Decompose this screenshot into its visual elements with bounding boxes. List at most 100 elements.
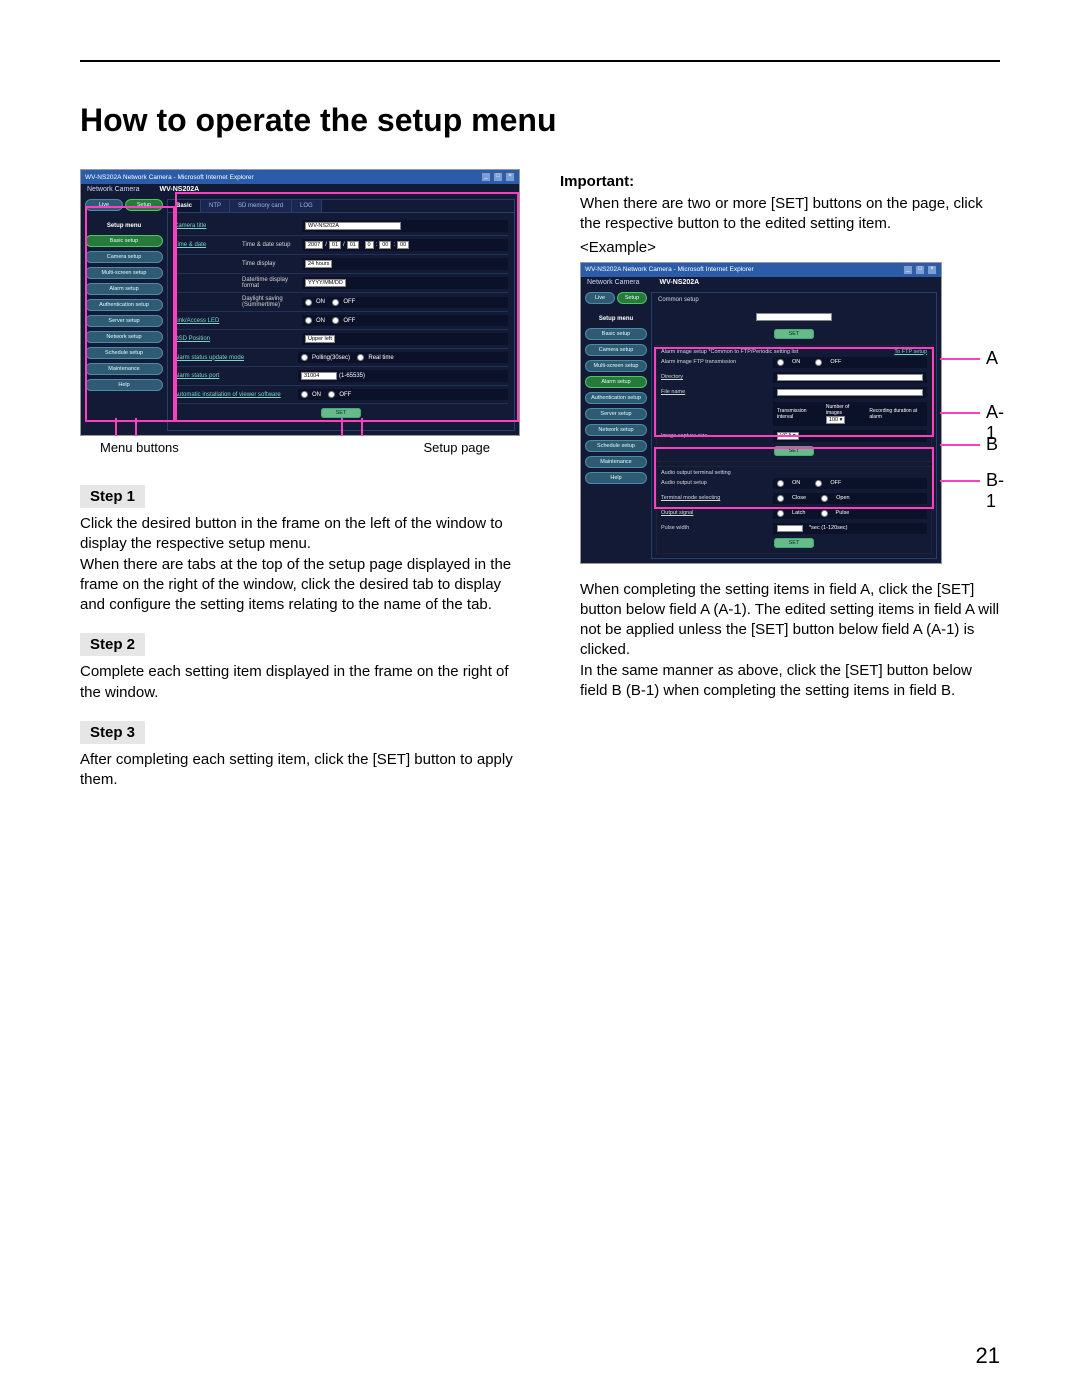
sidebar-item-server[interactable]: Server setup [85, 315, 163, 327]
a-c3: Recording duration at alarm [869, 408, 923, 420]
set-button-b[interactable]: SET [774, 538, 815, 548]
dst-off-radio[interactable] [332, 299, 339, 306]
upd-port-input[interactable]: 31004 [301, 372, 337, 380]
sidebar-item-network[interactable]: Network setup [85, 331, 163, 343]
sb2-sched[interactable]: Schedule setup [585, 440, 647, 452]
live-button[interactable]: Live [85, 199, 123, 211]
sidebar-item-schedule[interactable]: Schedule setup [85, 347, 163, 359]
sb2-maint[interactable]: Maintenance [585, 456, 647, 468]
setup-content: Basic NTP SD memory card LOG Camera titl… [167, 199, 515, 431]
realtime-radio[interactable] [357, 354, 364, 361]
tab-log[interactable]: LOG [292, 200, 322, 212]
tab-sd[interactable]: SD memory card [230, 200, 292, 212]
sidebar-item-alarm[interactable]: Alarm setup [85, 283, 163, 295]
osd-select[interactable]: Upper left [305, 335, 335, 343]
browser-title: WV-NS202A Network Camera - Microsoft Int… [85, 174, 254, 181]
setup-button[interactable]: Setup [125, 199, 163, 211]
datefmt-select[interactable]: YYYY/MM/DD [305, 279, 346, 287]
sidebar-item-help[interactable]: Help [85, 379, 163, 391]
b3a[interactable] [777, 510, 784, 517]
browser-title-2: WV-NS202A Network Camera - Microsoft Int… [585, 266, 754, 273]
sb2-basic[interactable]: Basic setup [585, 328, 647, 340]
b3b[interactable] [821, 510, 828, 517]
tab-ntp[interactable]: NTP [201, 200, 230, 212]
sidebar-item-maintenance[interactable]: Maintenance [85, 363, 163, 375]
sb2-alarm[interactable]: Alarm setup [585, 376, 647, 388]
important-text: When there are two or more [SET] buttons… [580, 194, 1000, 235]
a-dir-input[interactable] [777, 374, 923, 381]
sidebar-header: Setup menu [85, 223, 163, 229]
a-size-select[interactable]: VGA ▾ [777, 432, 799, 440]
upd-port-range: (1-65535) [339, 373, 365, 379]
a-row2-label: Directory [661, 374, 769, 380]
autoinst-off-radio[interactable] [328, 391, 335, 398]
sb2-help[interactable]: Help [585, 472, 647, 484]
a-row1-label: Alarm image FTP transmission [661, 359, 769, 365]
b-off[interactable] [815, 480, 822, 487]
sidebar-header-2: Setup menu [585, 316, 647, 322]
a-c1: Transmission interval [777, 408, 818, 420]
step-2-text: Complete each setting item displayed in … [80, 662, 520, 703]
upd-mode-label: Alarm status update mode [174, 355, 294, 361]
time-date-group: Time & date [174, 242, 238, 248]
step-3-label: Step 3 [80, 721, 145, 744]
live-button-2[interactable]: Live [585, 292, 615, 304]
dst-label: Daylight saving (Summertime) [242, 296, 298, 308]
b-pulse-unit: *sec (1-120sec) [809, 525, 848, 531]
b-pulse-input[interactable] [777, 525, 803, 532]
model-number: WV-NS202A [160, 186, 200, 193]
dst-on-radio[interactable] [305, 299, 312, 306]
step-1-text: Click the desired button in the frame on… [80, 514, 520, 615]
a-off[interactable] [815, 359, 822, 366]
setup-button-2[interactable]: Setup [617, 292, 647, 304]
sb2-server[interactable]: Server setup [585, 408, 647, 420]
time-date-setup-ctrls[interactable]: 2007/ 01/ 01 0: 00: 00 [302, 239, 508, 251]
top-set-button[interactable]: SET [774, 329, 815, 339]
a-on[interactable] [777, 359, 784, 366]
annotation-a: A [986, 348, 998, 369]
window-controls: _□× [481, 172, 515, 182]
b2b[interactable] [821, 495, 828, 502]
annotation-b: B [986, 434, 998, 455]
page-title: How to operate the setup menu [80, 102, 1000, 139]
page-number: 21 [976, 1343, 1000, 1369]
sidebar-item-basic[interactable]: Basic setup [85, 235, 163, 247]
step-1-label: Step 1 [80, 485, 145, 508]
sb2-multi[interactable]: Multi-screen setup [585, 360, 647, 372]
screenshot-2: WV-NS202A Network Camera - Microsoft Int… [580, 262, 942, 564]
time-display-select[interactable]: 24 hours [305, 260, 332, 268]
menu-buttons-label: Menu buttons [100, 440, 179, 455]
model-label: Network Camera [87, 186, 140, 193]
step-2-label: Step 2 [80, 633, 145, 656]
b2a[interactable] [777, 495, 784, 502]
camera-title-input[interactable]: WV-NS202A [305, 222, 401, 230]
a-row5-label: Image capture size [661, 433, 769, 439]
tab-basic[interactable]: Basic [168, 200, 201, 212]
sb2-camera[interactable]: Camera setup [585, 344, 647, 356]
set-button-a[interactable]: SET [774, 446, 815, 456]
sidebar-item-auth[interactable]: Authentication setup [85, 299, 163, 311]
sb2-net[interactable]: Network setup [585, 424, 647, 436]
sidebar-item-multiscreen[interactable]: Multi-screen setup [85, 267, 163, 279]
window-controls-2: _□× [903, 265, 937, 275]
osd-label: OSD Position [174, 336, 238, 342]
sidebar: Live Setup Setup menu Basic setup Camera… [85, 199, 163, 431]
section-a: Alarm image setup *Common to FTP/Periodi… [656, 345, 932, 462]
sb2-auth[interactable]: Authentication setup [585, 392, 647, 404]
a-num-select[interactable]: 100 ▾ [826, 416, 845, 424]
camera-title-label: Camera title [174, 223, 238, 229]
led-on-radio[interactable] [305, 317, 312, 324]
section-a-heading: Alarm image setup *Common to FTP/Periodi… [661, 349, 798, 355]
model-number-2: WV-NS202A [660, 279, 700, 286]
b-row4-label: Pulse width [661, 525, 769, 531]
to-ftp-link[interactable]: To FTP setup [894, 349, 927, 355]
b-on[interactable] [777, 480, 784, 487]
sidebar-item-camera[interactable]: Camera setup [85, 251, 163, 263]
common-title-input[interactable] [756, 313, 832, 321]
poll-radio[interactable] [301, 354, 308, 361]
set-button[interactable]: SET [321, 408, 362, 418]
a-file-input[interactable] [777, 389, 923, 396]
led-off-radio[interactable] [332, 317, 339, 324]
datefmt-label: Date/time display format [242, 277, 298, 289]
autoinst-on-radio[interactable] [301, 391, 308, 398]
